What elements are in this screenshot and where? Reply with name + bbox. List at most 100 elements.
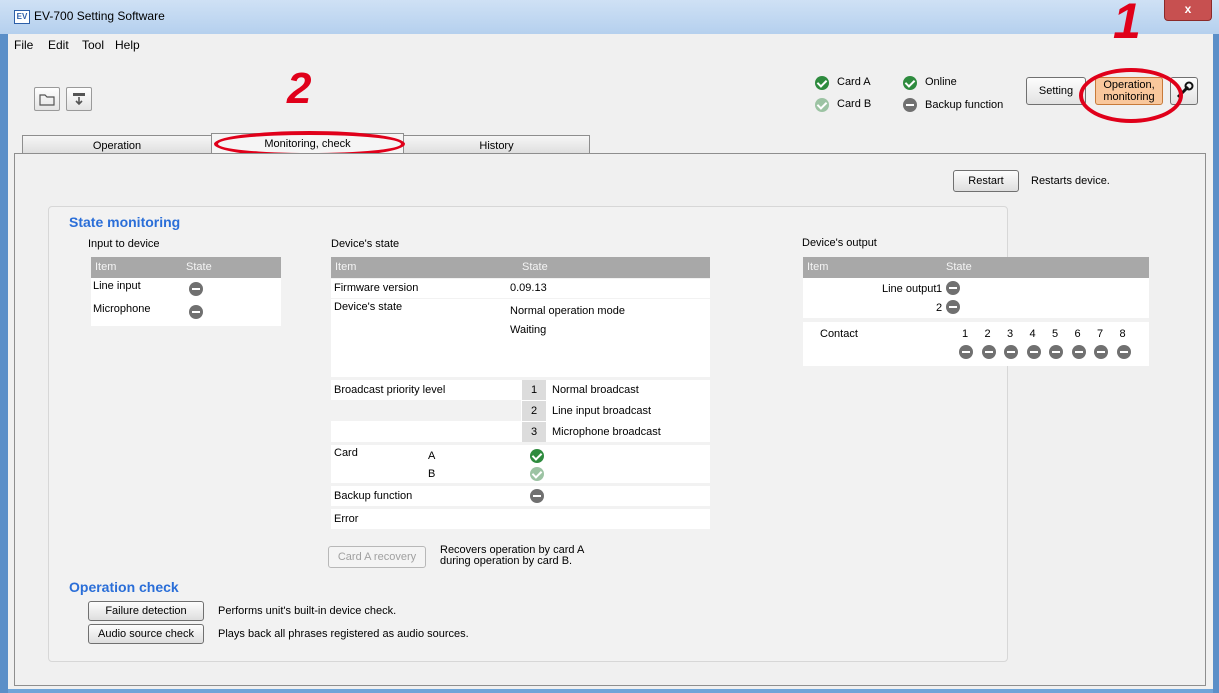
contact-3-state-icon — [1004, 345, 1018, 359]
backup-status-icon — [903, 98, 917, 112]
failure-detection-description: Performs unit's built-in device check. — [218, 605, 397, 617]
recovery-description: Recovers operation by card A during oper… — [440, 545, 584, 567]
setting-mode-button[interactable]: Setting — [1026, 77, 1086, 105]
output-table-header: Item State — [803, 257, 1149, 278]
contact-number-7: 7 — [1097, 328, 1104, 340]
device-col-state: State — [522, 261, 548, 273]
input-table-header: Item State — [91, 257, 281, 278]
app-icon: EV — [14, 10, 30, 24]
contact-2-state-icon — [981, 345, 996, 359]
contact-number-8: 8 — [1119, 328, 1126, 340]
card-a-label: A — [428, 450, 436, 462]
open-file-button[interactable] — [34, 87, 60, 111]
callout-one: 1 — [1113, 0, 1141, 49]
line-output-label: Line output — [882, 283, 937, 295]
card-row: Card A B — [331, 445, 710, 483]
title-bar: EV EV-700 Setting Software x — [0, 0, 1219, 34]
card-a-status-icon — [815, 76, 829, 90]
input-row-line-input: Line input — [93, 280, 141, 292]
save-file-button[interactable] — [66, 87, 92, 111]
output-divider — [803, 318, 1149, 322]
card-b-state-icon — [530, 467, 544, 481]
input-table-body: Line input Microphone — [91, 278, 281, 326]
status-area: Card A Card B Online Backup function — [815, 75, 1015, 115]
contact-number-4: 4 — [1029, 328, 1036, 340]
backup-label: Backup function — [334, 490, 413, 502]
device-state-spacer-row — [331, 359, 710, 377]
state-monitoring-heading: State monitoring — [69, 214, 181, 230]
input-col-item: Item — [95, 261, 117, 273]
card-a-state-icon — [530, 449, 544, 463]
line-output-2-state-icon — [946, 300, 960, 314]
card-label: Card — [334, 447, 358, 459]
contact-4-state-icon — [1026, 345, 1041, 359]
tab-operation[interactable]: Operation — [22, 135, 212, 155]
restart-button[interactable]: Restart — [953, 170, 1019, 192]
error-row: Error — [331, 509, 710, 529]
contact-1-state-icon — [959, 345, 973, 359]
card-b-status-icon — [815, 98, 829, 112]
callout-ellipse-one — [1079, 68, 1183, 123]
output-col-state: State — [946, 261, 972, 273]
priority-label-3: Microphone broadcast — [552, 426, 661, 438]
priority-num-3: 3 — [522, 422, 546, 442]
window-title: EV-700 Setting Software — [34, 9, 165, 23]
line-input-state-icon — [189, 282, 203, 296]
priority-num-1: 1 — [522, 380, 546, 400]
restart-description: Restarts device. — [1031, 175, 1110, 187]
line-output-1-label: 1 — [936, 283, 943, 295]
device-state-section-title: Device's state — [331, 238, 400, 250]
priority-num-2: 2 — [522, 401, 546, 421]
firmware-row: Firmware version 0.09.13 — [331, 279, 710, 298]
close-button[interactable]: x — [1164, 0, 1212, 21]
output-col-item: Item — [807, 261, 829, 273]
card-a-status-label: Card A — [837, 76, 871, 88]
error-label: Error — [334, 513, 359, 525]
card-a-recovery-button[interactable]: Card A recovery — [328, 546, 426, 568]
online-status-icon — [903, 76, 917, 90]
card-b-status-label: Card B — [837, 98, 872, 110]
device-state-value-waiting: Waiting — [510, 324, 547, 336]
download-icon — [73, 93, 85, 106]
input-row-microphone: Microphone — [93, 303, 151, 315]
contact-7-state-icon — [1094, 345, 1108, 359]
audio-source-check-button[interactable]: Audio source check — [88, 624, 204, 644]
firmware-label: Firmware version — [334, 282, 419, 294]
backup-state-icon — [530, 489, 544, 503]
output-table-body: Line output 1 2 Contact 1 2 3 4 5 6 7 8 — [803, 278, 1149, 366]
input-col-state: State — [186, 261, 212, 273]
priority-gap-2 — [331, 400, 521, 421]
contact-number-2: 2 — [984, 328, 991, 340]
contact-states: 1 2 3 4 5 6 7 8 — [953, 328, 1133, 364]
contact-number-3: 3 — [1007, 328, 1014, 340]
line-output-2-label: 2 — [936, 302, 943, 314]
contact-number-6: 6 — [1074, 328, 1081, 340]
card-b-label: B — [428, 468, 436, 480]
contact-6-state-icon — [1071, 345, 1086, 359]
callout-two: 2 — [287, 64, 312, 113]
menu-edit[interactable]: Edit — [48, 38, 69, 52]
menu-tool[interactable]: Tool — [82, 38, 104, 52]
contact-5-state-icon — [1049, 345, 1063, 359]
priority-list: 1 Normal broadcast 2 Line input broadcas… — [331, 380, 710, 442]
backup-status-label: Backup function — [925, 99, 1004, 111]
contact-8-state-icon — [1116, 345, 1131, 359]
contact-label: Contact — [820, 328, 858, 340]
input-section-title: Input to device — [88, 238, 160, 250]
tab-history[interactable]: History — [403, 135, 590, 155]
menu-file[interactable]: File — [14, 38, 33, 52]
menu-help[interactable]: Help — [115, 38, 140, 52]
failure-detection-button[interactable]: Failure detection — [88, 601, 204, 621]
backup-row: Backup function — [331, 486, 710, 506]
firmware-value: 0.09.13 — [510, 282, 547, 294]
operation-check-heading: Operation check — [69, 579, 179, 595]
folder-icon — [39, 94, 55, 106]
priority-label-2: Line input broadcast — [552, 405, 652, 417]
priority-label-1: Normal broadcast — [552, 384, 639, 396]
audio-source-check-description: Plays back all phrases registered as aud… — [218, 628, 469, 640]
contact-number-5: 5 — [1052, 328, 1059, 340]
device-col-item: Item — [335, 261, 357, 273]
line-output-1-state-icon — [946, 281, 960, 295]
output-section-title: Device's output — [802, 237, 877, 249]
device-state-value-mode: Normal operation mode — [510, 305, 625, 317]
